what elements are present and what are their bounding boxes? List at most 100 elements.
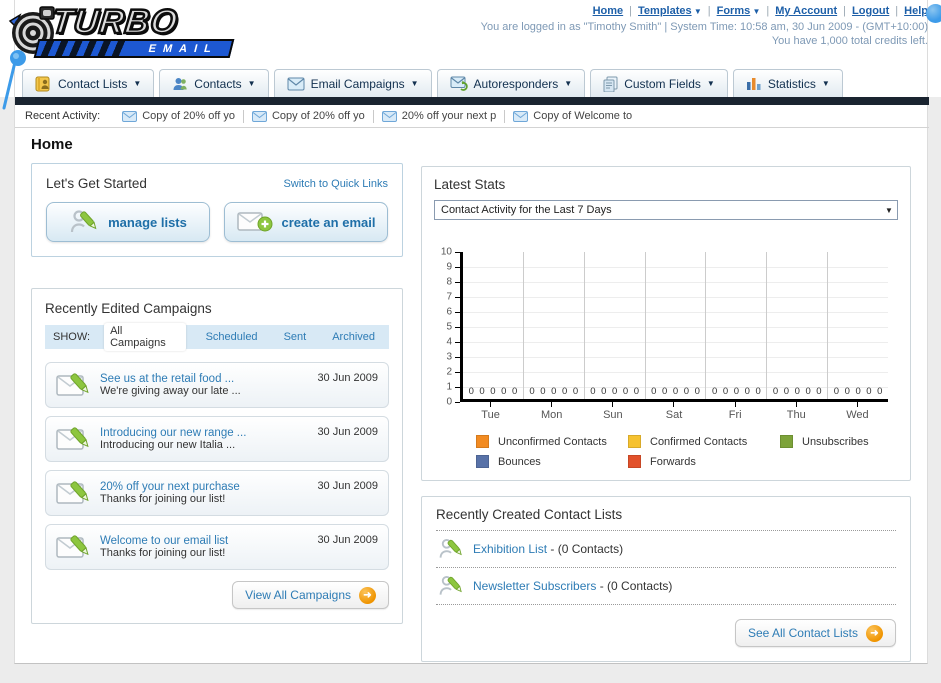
nav-link-logout[interactable]: Logout [852, 5, 889, 17]
y-tick-label: 10 [440, 246, 452, 258]
recent-activity-item-label: Copy of Welcome to [533, 110, 633, 122]
x-tick-label: Wed [846, 409, 869, 421]
tab-statistics[interactable]: Statistics ▼ [732, 69, 843, 97]
recent-activity-item[interactable]: Copy of 20% off yo [114, 110, 243, 122]
y-tick-label: 7 [446, 291, 452, 303]
contact-list-link[interactable]: Exhibition List [473, 542, 547, 556]
contact-list-item[interactable]: Newsletter Subscribers - (0 Contacts) [436, 568, 896, 604]
campaign-title-link[interactable]: Introducing our new range ... [100, 427, 309, 439]
chart-groups: 00000000000000000000000000000000000 [463, 252, 888, 399]
tab-custom-fields[interactable]: Custom Fields ▼ [590, 69, 728, 97]
chart-group-mon: 00000 [524, 252, 585, 399]
see-all-contact-lists-button[interactable]: See All Contact Lists ➜ [734, 619, 896, 647]
recent-activity-item-label: 20% off your next p [401, 110, 497, 122]
nav-separator: | [843, 5, 847, 17]
nav-link-forms[interactable]: Forms [717, 5, 751, 17]
tab-contacts[interactable]: Contacts ▼ [159, 69, 269, 97]
nav-separator: | [766, 5, 770, 17]
recent-activity-item-label: Copy of 20% off yo [142, 110, 235, 122]
campaign-date: 30 Jun 2009 [317, 480, 378, 492]
envelope-icon [513, 110, 529, 122]
campaigns-title: Recently Edited Campaigns [45, 301, 212, 316]
value-label: 0 [855, 386, 861, 397]
nav-link-home[interactable]: Home [593, 5, 624, 17]
campaign-card[interactable]: 20% off your next purchase Thanks for joi… [45, 470, 389, 516]
campaign-text: Welcome to our email list Thanks for join… [100, 535, 309, 559]
stats-range-dropdown[interactable]: Contact Activity for the Last 7 Days ▼ [434, 200, 898, 220]
manage-lists-button[interactable]: manage lists [46, 202, 210, 242]
value-label: 0 [633, 386, 640, 397]
legend-swatch [628, 455, 641, 468]
filter-scheduled[interactable]: Scheduled [200, 329, 264, 345]
x-tick-mark [734, 402, 736, 407]
custom-fields-icon [603, 76, 618, 92]
campaign-filters: All Campaigns Scheduled Sent Archived [104, 323, 381, 351]
tab-email-campaigns[interactable]: Email Campaigns ▼ [273, 69, 432, 97]
x-tick-mon: Mon [521, 402, 582, 421]
content: Home Let's Get Started Switch to Quick L… [15, 128, 929, 662]
campaign-text: 20% off your next purchase Thanks for joi… [100, 481, 309, 505]
recent-activity-item[interactable]: Copy of Welcome to [505, 110, 640, 122]
value-label: 0 [512, 386, 518, 397]
campaign-card[interactable]: Introducing our new range ... Introducing… [45, 416, 389, 462]
legend-label: Bounces [498, 455, 541, 468]
campaign-card[interactable]: See us at the retail food ... We're givin… [45, 362, 389, 408]
left-column: Let's Get Started Switch to Quick Links … [31, 163, 403, 624]
chevron-down-icon: ▼ [247, 79, 256, 88]
chart-plot-area: 00000000000000000000000000000000000 [460, 252, 888, 402]
value-label: 0 [601, 386, 607, 397]
value-label: 0 [622, 386, 629, 397]
value-label: 0 [551, 386, 557, 397]
create-an-email-button[interactable]: create an email [224, 202, 388, 242]
campaign-subtitle: We're giving away our late ... [100, 385, 241, 397]
value-label: 0 [468, 386, 474, 397]
legend-swatch [780, 435, 793, 448]
campaign-subtitle: Thanks for joining our list! [100, 493, 226, 505]
filter-archived[interactable]: Archived [326, 329, 381, 345]
chevron-down-icon: ▼ [691, 7, 702, 16]
campaign-title-link[interactable]: See us at the retail food ... [100, 373, 309, 385]
nav-separator: | [895, 5, 899, 17]
help-bubble-icon[interactable] [926, 4, 941, 23]
nav-link-templates[interactable]: Templates [638, 5, 692, 17]
campaign-card[interactable]: Welcome to our email list Thanks for join… [45, 524, 389, 570]
filter-sent[interactable]: Sent [278, 329, 313, 345]
create-an-email-label: create an email [281, 214, 376, 230]
y-tick-label: 2 [446, 366, 452, 378]
contact-lists-title: Recently Created Contact Lists [436, 507, 623, 522]
contact-list-link[interactable]: Newsletter Subscribers [473, 579, 596, 593]
switch-to-quick-links-link[interactable]: Switch to Quick Links [283, 178, 388, 190]
campaign-title-link[interactable]: 20% off your next purchase [100, 481, 309, 493]
y-tick-label: 0 [446, 396, 452, 408]
chart-legend: Unconfirmed Contacts Confirmed Contacts Un… [476, 435, 888, 468]
tab-contact-lists[interactable]: Contact Lists ▼ [22, 69, 155, 97]
legend-label: Unsubscribes [802, 435, 869, 448]
contact-list-item[interactable]: Exhibition List - (0 Contacts) [436, 531, 896, 567]
logo-subtitle: EMAIL [147, 42, 220, 55]
recent-activity-item[interactable]: Copy of 20% off yo [244, 110, 373, 122]
page-title: Home [31, 136, 73, 153]
filter-all-campaigns[interactable]: All Campaigns [104, 323, 186, 351]
nav-link-help[interactable]: Help [904, 5, 928, 17]
chevron-down-icon: ▼ [564, 79, 573, 88]
chart-group-wed: 00000 [828, 252, 888, 399]
value-label: 0 [844, 386, 850, 397]
x-tick-label: Tue [481, 409, 500, 421]
login-info: You are logged in as "Timothy Smith" | S… [480, 21, 928, 33]
x-tick-wed: Wed [827, 402, 888, 421]
legend-item-forwards: Forwards [628, 455, 780, 468]
get-started-title: Let's Get Started [46, 176, 147, 191]
envelope-pencil-icon [56, 371, 92, 399]
latest-stats-panel: Latest Stats Contact Activity for the La… [421, 166, 911, 481]
x-tick-fri: Fri [705, 402, 766, 421]
recent-activity-item[interactable]: 20% off your next p [374, 110, 505, 122]
tab-autoresponders[interactable]: Autoresponders ▼ [436, 69, 586, 97]
campaign-title-link[interactable]: Welcome to our email list [100, 535, 309, 547]
x-tick-label: Mon [541, 409, 563, 421]
logo-banner: EMAIL [33, 39, 235, 58]
view-all-campaigns-button[interactable]: View All Campaigns ➜ [232, 581, 389, 609]
legend-item-bounces: Bounces [476, 455, 628, 468]
value-label: 0 [694, 386, 700, 397]
nav-link-my-account[interactable]: My Account [775, 5, 837, 17]
value-label: 0 [529, 386, 535, 397]
